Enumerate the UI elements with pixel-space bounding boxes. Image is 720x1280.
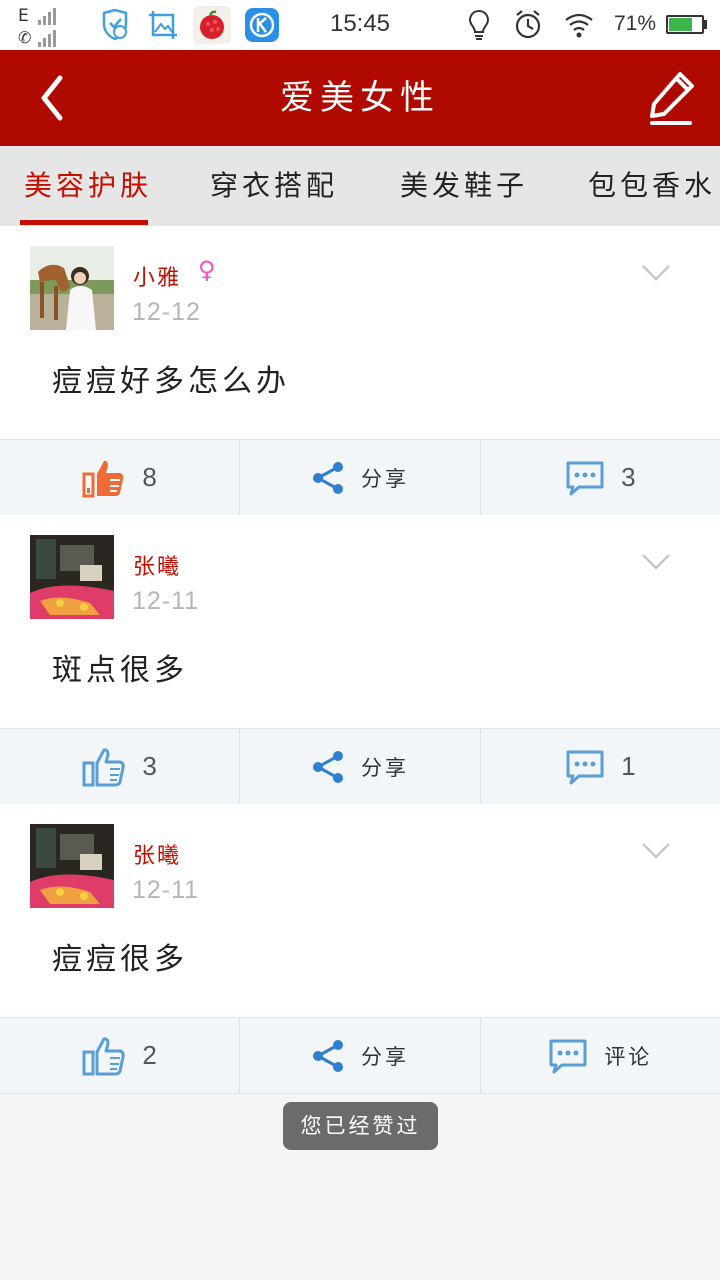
kugou-app-icon	[245, 8, 279, 42]
post-date: 12-11	[132, 876, 200, 904]
share-button[interactable]: 分享	[240, 729, 481, 804]
pencil-icon	[650, 72, 694, 125]
post-actions: 8 分享 3	[0, 439, 720, 516]
post-author[interactable]: 张曦	[133, 549, 181, 581]
post-actions: 2 分享 评论	[0, 1017, 720, 1094]
thumbs-up-icon	[82, 1036, 126, 1075]
lychee-app-icon	[193, 6, 231, 44]
chevron-down-icon	[642, 265, 670, 281]
post-author[interactable]: 张曦	[133, 838, 181, 870]
share-icon	[312, 461, 343, 494]
lightbulb-icon	[468, 9, 490, 40]
post-body: 张曦 12-11 痘痘很多	[0, 804, 720, 1017]
battery-percent: 71%	[614, 12, 657, 35]
comment-label: 评论	[604, 1044, 653, 1069]
alarm-icon	[515, 10, 541, 39]
signal-bars-icon	[38, 8, 56, 25]
wifi-icon	[565, 13, 593, 38]
post-content: 痘痘好多怎么办	[52, 364, 290, 399]
like-count: 3	[142, 751, 157, 781]
toast-message: 您已经赞过	[283, 1102, 438, 1150]
cellular-signal: E ✆	[18, 6, 76, 48]
comment-count: 1	[621, 751, 636, 781]
post-body: 小雅 ♀ 12-12 痘痘好多怎么办	[0, 226, 720, 439]
shield-app-icon	[102, 8, 128, 41]
battery-tip	[704, 20, 707, 29]
share-button[interactable]: 分享	[240, 1018, 481, 1093]
share-icon	[312, 750, 343, 783]
post-menu-button[interactable]	[640, 262, 672, 284]
thumbs-up-icon	[82, 460, 124, 497]
post-card: 张曦 12-11 斑点很多 3 分享 1	[0, 515, 720, 805]
comment-icon	[566, 750, 604, 784]
post-date: 12-11	[132, 587, 200, 615]
tab-hair-shoes[interactable]: 美发鞋子	[400, 146, 528, 226]
post-date: 12-12	[132, 298, 201, 326]
category-tabs: 美容护肤 穿衣搭配 美发鞋子 包包香水	[0, 146, 720, 226]
share-label: 分享	[360, 755, 409, 780]
chevron-down-icon	[642, 843, 670, 859]
female-gender-icon: ♀	[198, 256, 216, 284]
post-card: 小雅 ♀ 12-12 痘痘好多怎么办 8 分享 3	[0, 226, 720, 516]
comment-count: 3	[621, 462, 636, 492]
battery-icon	[666, 15, 704, 34]
post-actions: 3 分享 1	[0, 728, 720, 805]
comment-button[interactable]: 评论	[481, 1018, 720, 1093]
chevron-left-icon	[41, 75, 63, 121]
back-button[interactable]	[26, 70, 82, 126]
comment-icon	[549, 1039, 587, 1073]
post-content: 痘痘很多	[52, 942, 188, 977]
avatar[interactable]	[30, 824, 114, 908]
like-count: 8	[142, 462, 157, 492]
phone-icon: ✆	[18, 28, 32, 47]
app-header: 爱美女性	[0, 50, 720, 146]
avatar[interactable]	[30, 246, 114, 330]
avatar[interactable]	[30, 535, 114, 619]
status-bar: E ✆ 15:45 71%	[0, 0, 720, 50]
tab-outfits[interactable]: 穿衣搭配	[210, 146, 338, 226]
edit-post-button[interactable]	[640, 68, 700, 128]
signal-bars-icon	[38, 30, 56, 47]
like-count: 2	[142, 1040, 157, 1070]
post-menu-button[interactable]	[640, 840, 672, 862]
image-crop-app-icon	[149, 11, 177, 39]
battery-level	[669, 18, 692, 31]
tab-bags-perfume[interactable]: 包包香水	[588, 146, 716, 226]
post-content: 斑点很多	[52, 653, 188, 688]
share-icon	[312, 1039, 343, 1072]
comment-button[interactable]: 1	[481, 729, 720, 804]
post-author[interactable]: 小雅	[133, 260, 181, 292]
page-title: 爱美女性	[280, 78, 440, 118]
comment-icon	[566, 461, 604, 495]
chevron-down-icon	[642, 554, 670, 570]
post-menu-button[interactable]	[640, 551, 672, 573]
post-body: 张曦 12-11 斑点很多	[0, 515, 720, 728]
like-button[interactable]: 8	[0, 440, 241, 515]
share-label: 分享	[360, 466, 409, 491]
post-card: 张曦 12-11 痘痘很多 2 分享 评论	[0, 804, 720, 1094]
clock: 15:45	[329, 10, 391, 37]
network-type: E	[18, 6, 29, 26]
like-button[interactable]: 3	[0, 729, 241, 804]
comment-button[interactable]: 3	[481, 440, 720, 515]
share-label: 分享	[360, 1044, 409, 1069]
share-button[interactable]: 分享	[240, 440, 481, 515]
tab-skincare[interactable]: 美容护肤	[24, 146, 152, 226]
thumbs-up-icon	[82, 747, 126, 786]
active-tab-indicator	[20, 220, 148, 225]
like-button[interactable]: 2	[0, 1018, 241, 1093]
